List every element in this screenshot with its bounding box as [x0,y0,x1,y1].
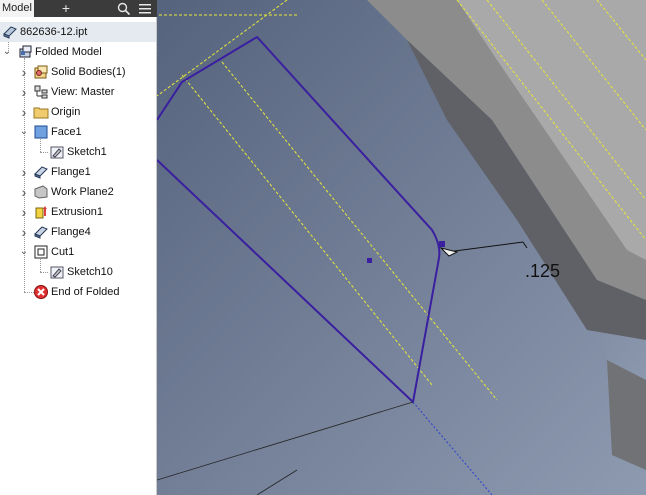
chevron-right-icon[interactable]: › [19,202,29,222]
tree-node-work-plane2[interactable]: › Work Plane2 [0,182,156,202]
tree-node-label: Origin [51,106,81,118]
plus-icon[interactable]: + [56,0,76,17]
tree-node-label: Flange4 [51,226,91,238]
tree-node-solid-bodies-1[interactable]: › Solid Bodies(1) [0,62,156,82]
3d-viewport[interactable]: .125 [157,0,646,495]
tree-node-view-master[interactable]: › View: Master [0,82,156,102]
tree-node-origin[interactable]: › Origin [0,102,156,122]
tree-node-label: Sketch10 [67,266,113,278]
tab-model[interactable]: Model [0,0,34,17]
tree-node-label: Sketch1 [67,146,107,158]
tree-node-label: Flange1 [51,166,91,178]
chevron-right-icon[interactable]: › [19,222,29,242]
root-label: Folded Model [35,46,102,58]
tree-node-label: Work Plane2 [51,186,114,198]
hamburger-menu-icon[interactable] [135,0,155,17]
tree-node-extrusion1[interactable]: › Extrusion1 [0,202,156,222]
search-icon[interactable] [114,0,134,17]
folded-model-icon [19,45,32,58]
solid-bodies-icon [34,65,48,79]
chevron-right-icon[interactable]: › [19,182,29,202]
tree-node-label: Extrusion1 [51,206,103,218]
dimension-value[interactable]: .125 [525,261,560,281]
chevron-right-icon[interactable]: › [19,102,29,122]
chevron-down-icon[interactable]: ⌄ [19,122,29,142]
end-of-part-icon [34,285,48,299]
sketch-icon [50,146,64,159]
cut-icon [34,245,48,259]
file-node[interactable]: 862636-12.ipt [0,22,156,42]
flange-icon [34,166,48,179]
chevron-right-icon[interactable]: › [19,162,29,182]
flange-icon [34,226,48,239]
chevron-down-icon[interactable]: ⌄ [19,242,29,262]
work-plane-icon [34,185,48,199]
extrusion-icon [35,206,47,219]
tree-node-label: End of Folded [51,286,120,298]
tree-node-label: View: Master [51,86,115,98]
tree-node-flange1[interactable]: › Flange1 [0,162,156,182]
folder-icon [33,107,49,119]
tree-node-sketch10[interactable]: Sketch10 [0,262,156,282]
tree-node-end-of-folded[interactable]: End of Folded [0,282,156,302]
center-point [367,258,372,263]
chevron-right-icon[interactable]: › [19,62,29,82]
tree-node-label: Solid Bodies(1) [51,66,126,78]
tree-node-label: Face1 [51,126,82,138]
chevron-down-icon[interactable]: ⌄ [2,42,12,62]
tree-node-face1[interactable]: ⌄ Face1 [0,122,156,142]
sketch-icon [50,266,64,279]
tree-node-flange4[interactable]: › Flange4 [0,222,156,242]
model-graphics: .125 [157,0,646,495]
model-browser-panel: Model + 862636-12.ipt ⌄ Folded Model › So… [0,0,157,495]
chevron-right-icon[interactable]: › [19,82,29,102]
tree-root-folded-model[interactable]: ⌄ Folded Model [0,42,156,62]
browser-tab-bar: Model + [0,0,157,17]
tree-node-cut1[interactable]: ⌄ Cut1 [0,242,156,262]
face-icon [34,125,48,139]
sketch-point [439,241,445,247]
file-name: 862636-12.ipt [20,26,88,38]
tree-node-sketch1[interactable]: Sketch1 [0,142,156,162]
part-file-icon [3,26,17,39]
tree-node-label: Cut1 [51,246,75,258]
view-icon [34,85,48,99]
